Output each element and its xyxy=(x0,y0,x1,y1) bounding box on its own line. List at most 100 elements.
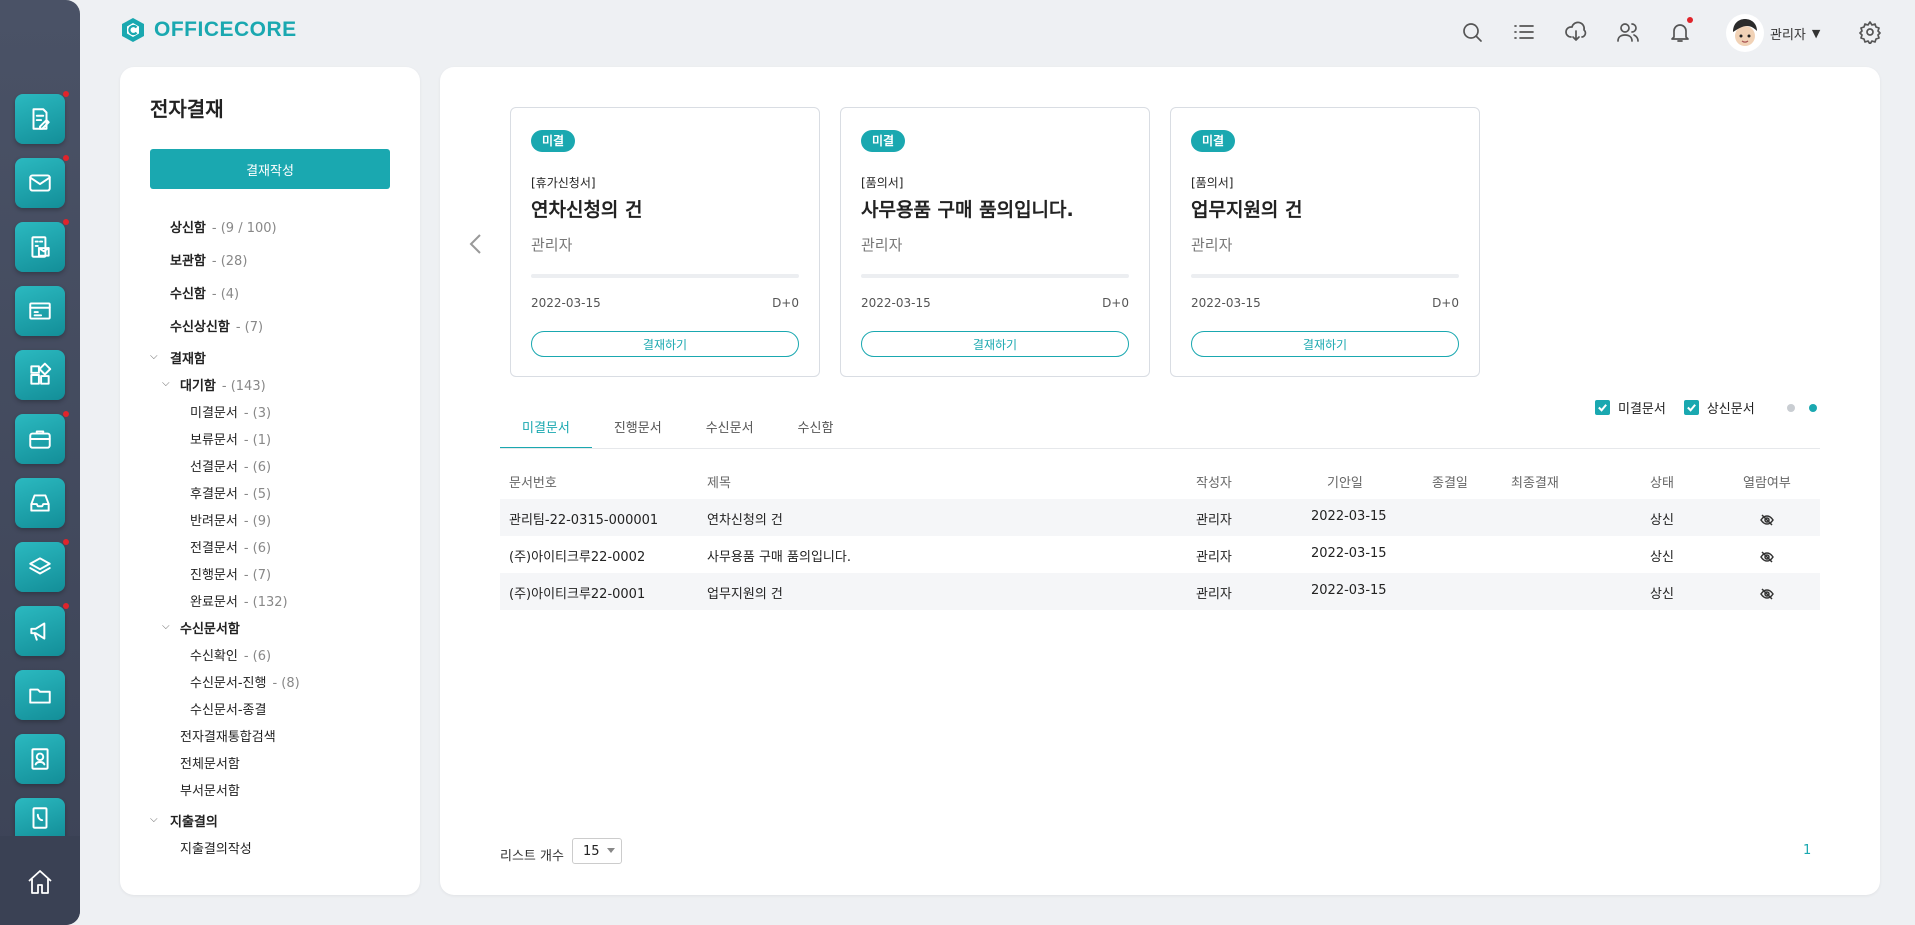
building-mail-icon[interactable] xyxy=(15,219,69,272)
phonebook-icon[interactable] xyxy=(15,798,65,838)
sidebar-item-inbox[interactable]: 수신함 - (4) xyxy=(170,283,239,302)
approval-card[interactable]: 미결 [휴가신청서] 연차신청의 건 관리자 2022-03-15 D+0 결재… xyxy=(510,107,820,377)
card-progress-bar xyxy=(861,274,1129,278)
col-read[interactable]: 열람여부 xyxy=(1743,472,1791,491)
sidebar-item-received-docs[interactable]: 수신문서함 xyxy=(180,618,240,637)
sidebar-item-post-approval[interactable]: 후결문서 - (5) xyxy=(190,483,271,502)
sidebar-item-in-progress[interactable]: 진행문서 - (7) xyxy=(190,564,271,583)
col-close-date[interactable]: 종결일 xyxy=(1432,472,1468,491)
cell-draft-date: 2022-03-15 xyxy=(1311,509,1387,524)
chevron-down-icon[interactable]: ⌵ xyxy=(162,621,170,632)
compose-button[interactable]: 결재작성 xyxy=(150,149,390,189)
briefcase-icon[interactable] xyxy=(15,411,69,464)
cell-author: 관리자 xyxy=(1196,550,1232,565)
sidebar-item-approval-box[interactable]: 결재함 xyxy=(170,348,206,367)
cloud-download-icon[interactable] xyxy=(1562,18,1590,46)
tab-in-progress[interactable]: 진행문서 xyxy=(592,417,684,449)
filter-submitted-checkbox[interactable]: 상신문서 xyxy=(1683,398,1755,417)
chevron-down-icon[interactable]: ⌵ xyxy=(150,814,158,825)
settings-icon[interactable] xyxy=(1856,18,1884,46)
approval-card[interactable]: 미결 [품의서] 업무지원의 건 관리자 2022-03-15 D+0 결재하기 xyxy=(1170,107,1480,377)
table-row[interactable]: (주)아이티크루22-0001 업무지원의 건 관리자 2022-03-15 상… xyxy=(500,573,1820,610)
board-icon[interactable] xyxy=(15,286,65,336)
card-filters: 미결문서 상신문서 xyxy=(1595,398,1817,417)
cell-title[interactable]: 연차신청의 건 xyxy=(707,509,783,528)
approve-button[interactable]: 결재하기 xyxy=(1191,331,1459,357)
filter-pending-checkbox[interactable]: 미결문서 xyxy=(1595,398,1666,417)
table-row[interactable]: 관리팀-22-0315-000001 연차신청의 건 관리자 2022-03-1… xyxy=(500,499,1820,536)
layers-icon[interactable] xyxy=(15,539,69,592)
col-draft-date[interactable]: 기안일 xyxy=(1327,472,1363,491)
doc-tabs: 미결문서 진행문서 수신문서 수신함 xyxy=(500,417,855,449)
col-doc-no[interactable]: 문서번호 xyxy=(509,472,557,491)
bell-icon[interactable] xyxy=(1666,17,1694,46)
sidebar-item-expense[interactable]: 지출결의 xyxy=(170,811,218,830)
tab-pending[interactable]: 미결문서 xyxy=(500,417,592,449)
approval-card[interactable]: 미결 [품의서] 사무용품 구매 품의입니다. 관리자 2022-03-15 D… xyxy=(840,107,1150,377)
chevron-down-icon[interactable]: ⌵ xyxy=(162,378,170,389)
carousel-dot-active[interactable] xyxy=(1808,403,1817,412)
mail-icon[interactable] xyxy=(15,155,69,208)
sidebar-item-department-docs[interactable]: 부서문서함 xyxy=(180,780,240,799)
cell-doc-no: 관리팀-22-0315-000001 xyxy=(509,513,659,528)
sidebar-item-integrated-search[interactable]: 전자결재통합검색 xyxy=(180,726,276,745)
home-icon[interactable] xyxy=(24,866,56,898)
sidebar-item-expense-compose[interactable]: 지출결의작성 xyxy=(180,838,252,857)
list-count-select[interactable]: 15 xyxy=(572,838,622,864)
card-subject: 연차신청의 건 xyxy=(531,199,643,221)
card-form-type: [품의서] xyxy=(1191,176,1234,190)
chevron-left-icon[interactable] xyxy=(466,229,486,259)
sidebar-item-rejected[interactable]: 반려문서 - (9) xyxy=(190,510,271,529)
approval-doc-icon[interactable] xyxy=(15,91,69,144)
approve-button[interactable]: 결재하기 xyxy=(861,331,1129,357)
card-dday: D+0 xyxy=(1102,296,1129,310)
users-icon[interactable] xyxy=(1614,18,1642,46)
sidebar-item-waiting[interactable]: 대기함 - (143) xyxy=(180,375,266,394)
megaphone-icon[interactable] xyxy=(15,603,69,656)
sidebar-item-received-submit[interactable]: 수신상신함 - (7) xyxy=(170,316,263,335)
card-progress-bar xyxy=(531,274,799,278)
checkbox-checked-icon xyxy=(1595,400,1610,415)
filter-pending-label: 미결문서 xyxy=(1618,402,1666,417)
sidebar-item-delegated[interactable]: 전결문서 - (6) xyxy=(190,537,271,556)
list-count-label: 리스트 개수 xyxy=(500,849,564,864)
sidebar-item-received-progress[interactable]: 수신문서-진행 - (8) xyxy=(190,672,300,691)
sidebar-item-pending[interactable]: 미결문서 - (3) xyxy=(190,402,271,421)
app-rail xyxy=(0,0,80,925)
sidebar-item-outbox[interactable]: 상신함 - (9 / 100) xyxy=(170,217,277,236)
filter-submitted-label: 상신문서 xyxy=(1706,402,1755,417)
carousel-dot[interactable] xyxy=(1786,403,1795,412)
inbox-icon[interactable] xyxy=(15,478,65,528)
sidebar-item-all-docs[interactable]: 전체문서함 xyxy=(180,753,240,772)
cell-doc-no: (주)아이티크루22-0002 xyxy=(509,550,646,565)
cell-title[interactable]: 사무용품 구매 품의입니다. xyxy=(707,546,851,565)
chevron-down-icon[interactable]: ⌵ xyxy=(150,351,158,362)
card-date: 2022-03-15 xyxy=(861,296,931,310)
sidebar: 전자결재 결재작성 상신함 - (9 / 100) 보관함 - (28) 수신함 - … xyxy=(120,67,420,895)
sidebar-item-hold[interactable]: 보류문서 - (1) xyxy=(190,429,271,448)
col-status[interactable]: 상태 xyxy=(1650,472,1674,491)
sidebar-item-pre-approval[interactable]: 선결문서 - (6) xyxy=(190,456,271,475)
folder-icon[interactable] xyxy=(15,670,65,720)
status-badge: 미결 xyxy=(531,130,576,152)
contacts-icon[interactable] xyxy=(15,734,65,784)
tab-received[interactable]: 수신문서 xyxy=(684,417,776,449)
sidebar-item-completed[interactable]: 완료문서 - (132) xyxy=(190,591,288,610)
table-row[interactable]: (주)아이티크루22-0002 사무용품 구매 품의입니다. 관리자 2022-… xyxy=(500,536,1820,573)
col-author[interactable]: 작성자 xyxy=(1196,472,1232,491)
tab-inbox[interactable]: 수신함 xyxy=(776,417,856,449)
cell-title[interactable]: 업무지원의 건 xyxy=(707,583,783,602)
page-number[interactable]: 1 xyxy=(1803,843,1811,858)
search-icon[interactable] xyxy=(1458,18,1486,46)
user-menu[interactable]: 관리자 ▼ xyxy=(1726,14,1820,52)
cell-status: 상신 xyxy=(1650,587,1674,602)
sidebar-item-received-confirm[interactable]: 수신확인 - (6) xyxy=(190,645,271,664)
card-dday: D+0 xyxy=(772,296,799,310)
col-title[interactable]: 제목 xyxy=(707,472,731,491)
col-final-approver[interactable]: 최종결재 xyxy=(1511,472,1559,491)
sidebar-item-received-closed[interactable]: 수신문서-종결 xyxy=(190,699,266,718)
list-icon[interactable] xyxy=(1510,18,1538,46)
sidebar-item-archive[interactable]: 보관함 - (28) xyxy=(170,250,247,269)
apps-icon[interactable] xyxy=(15,350,65,400)
approve-button[interactable]: 결재하기 xyxy=(531,331,799,357)
